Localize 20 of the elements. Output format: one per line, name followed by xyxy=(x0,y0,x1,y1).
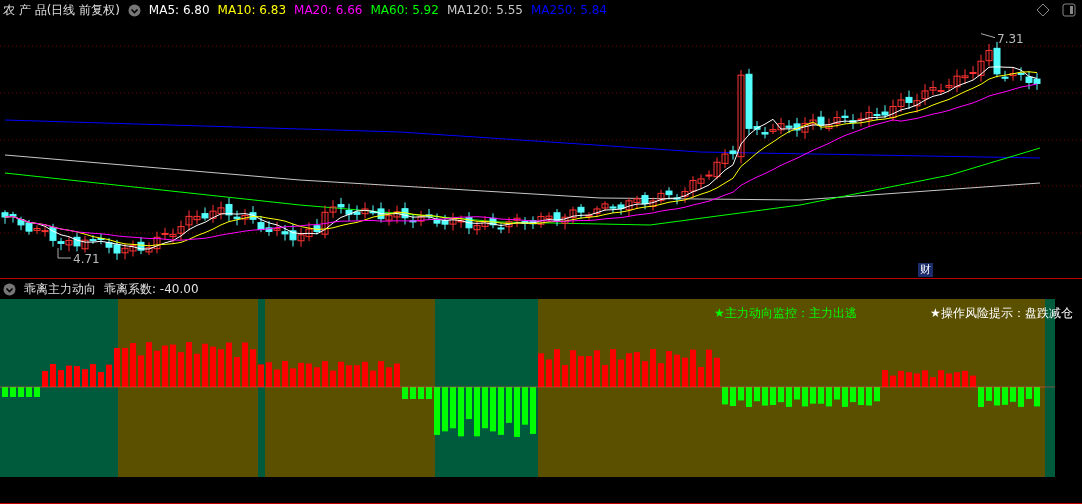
leader-line xyxy=(57,247,72,259)
moving-average-value: MA20: 6.66 xyxy=(294,3,363,17)
indicator-title: 乖离主力动向 xyxy=(24,280,96,298)
moving-average-value: MA10: 6.83 xyxy=(217,3,287,17)
event-badge[interactable]: 财 xyxy=(918,263,933,277)
dropdown-icon[interactable] xyxy=(3,282,16,296)
moving-average-value: MA250: 5.84 xyxy=(530,3,607,17)
diamond-icon[interactable] xyxy=(1036,3,1050,17)
moving-average-value: MA5: 6.80 xyxy=(148,3,210,17)
moving-average-value: MA60: 5.92 xyxy=(370,3,439,17)
signal-text: ★操作风险提示：盘跌减仓 xyxy=(930,305,1073,322)
dropdown-icon[interactable] xyxy=(127,3,141,17)
signal-text: ★主力动向监控：主力出逃 xyxy=(714,305,857,322)
moving-average-value: MA120: 5.55 xyxy=(446,3,523,17)
high-price-label: 7.31 xyxy=(997,31,1024,46)
coefficient-value: 乖离系数: -40.00 xyxy=(104,280,199,298)
chart-title: 农 产 品(日线 前复权) xyxy=(3,1,120,19)
panel-icon[interactable] xyxy=(1062,3,1076,17)
leader-line xyxy=(980,33,996,39)
low-price-label: 4.71 xyxy=(73,252,100,266)
